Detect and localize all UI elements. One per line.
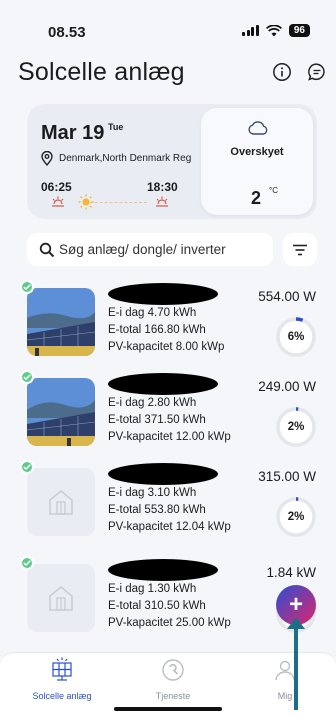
- redacted-device-name: [108, 559, 218, 581]
- capacity-percent: 2%: [287, 421, 305, 433]
- sunset-time: 18:30: [147, 180, 178, 194]
- solar-panel-image: [27, 378, 95, 446]
- chat-icon[interactable]: [307, 62, 327, 82]
- status-time: 08.53: [48, 24, 86, 41]
- temperature-unit: °C: [269, 186, 278, 195]
- energy-today: E-i dag 3.10 kWh: [108, 487, 197, 499]
- sunrise-icon: [52, 196, 64, 207]
- energy-total: E-total 553.80 kWh: [108, 504, 206, 516]
- pv-capacity: PV-kapacitet 8.00 kWp: [108, 341, 225, 353]
- status-check-icon: [20, 370, 34, 384]
- status-icons: 96: [242, 24, 310, 37]
- sun-icon: [78, 194, 94, 210]
- pv-capacity: PV-kapacitet 12.00 kWp: [108, 431, 231, 443]
- weather-location: Denmark,North Denmark Reg: [41, 151, 191, 166]
- house-icon: [49, 489, 73, 515]
- weather-date: Mar 19: [41, 122, 105, 144]
- capacity-percent: 6%: [287, 331, 305, 343]
- nav-label-solar: Solcelle anlæg: [32, 691, 92, 701]
- capacity-percent: 2%: [287, 511, 305, 523]
- pv-capacity: PV-kapacitet 12.04 kWp: [108, 521, 231, 533]
- annotation-arrow-head: [287, 617, 305, 629]
- solar-panel-icon: [52, 657, 72, 681]
- status-check-icon: [20, 460, 34, 474]
- service-icon: [162, 659, 184, 681]
- device-card[interactable]: E-i dag 2.80 kWh E-total 371.50 kWh PV-k…: [0, 370, 336, 456]
- current-power: 1.84 kW: [266, 565, 316, 580]
- nav-item-profile[interactable]: Mig: [240, 657, 330, 701]
- energy-today: E-i dag 1.30 kWh: [108, 583, 197, 595]
- info-icon[interactable]: [272, 62, 292, 82]
- search-placeholder: Søg anlæg/ dongle/ inverter: [59, 242, 226, 257]
- house-placeholder-image: [27, 564, 95, 632]
- weather-condition: Overskyet: [230, 146, 284, 158]
- filter-button[interactable]: [283, 233, 317, 266]
- nav-label-profile: Mig: [277, 691, 293, 701]
- house-icon: [49, 585, 73, 611]
- house-placeholder-image: [27, 468, 95, 536]
- weather-card: Mar 19 Tue Denmark,North Denmark Reg 06:…: [27, 104, 317, 219]
- weather-day: Tue: [108, 122, 124, 132]
- filter-icon: [293, 244, 307, 255]
- cloud-icon: [248, 121, 268, 135]
- weather-condition-panel: Overskyet 2 °C: [201, 108, 313, 215]
- redacted-device-name: [108, 283, 218, 305]
- nav-item-service[interactable]: Tjeneste: [128, 657, 218, 701]
- nav-label-service: Tjeneste: [155, 691, 191, 701]
- solar-panel-image: [27, 288, 95, 356]
- plus-icon: +: [288, 591, 303, 618]
- current-power: 249.00 W: [258, 379, 316, 394]
- nav-item-solar[interactable]: Solcelle anlæg: [17, 657, 107, 701]
- status-bar: 08.53 96: [0, 0, 336, 44]
- status-check-icon: [20, 556, 34, 570]
- sun-path-line: [85, 202, 147, 203]
- pv-capacity: PV-kapacitet 25.00 kWp: [108, 617, 231, 629]
- home-indicator: [114, 707, 222, 711]
- page-title: Solcelle anlæg: [18, 58, 185, 86]
- current-power: 554.00 W: [258, 289, 316, 304]
- sunset-icon: [156, 196, 168, 207]
- energy-total: E-total 166.80 kWh: [108, 324, 206, 336]
- location-text: Denmark,North Denmark Reg: [59, 153, 192, 164]
- current-power: 315.00 W: [258, 469, 316, 484]
- signal-icon: [242, 25, 259, 36]
- sunrise-time: 06:25: [41, 180, 72, 194]
- wifi-icon: [265, 24, 282, 36]
- temperature-value: 2: [251, 188, 262, 208]
- energy-today: E-i dag 4.70 kWh: [108, 307, 197, 319]
- energy-total: E-total 371.50 kWh: [108, 414, 206, 426]
- search-input[interactable]: Søg anlæg/ dongle/ inverter: [27, 233, 273, 266]
- device-card[interactable]: E-i dag 4.70 kWh E-total 166.80 kWh PV-k…: [0, 280, 336, 366]
- device-card[interactable]: E-i dag 3.10 kWh E-total 553.80 kWh PV-k…: [0, 460, 336, 546]
- redacted-device-name: [108, 463, 218, 485]
- annotation-arrow-line: [294, 622, 298, 710]
- energy-total: E-total 310.50 kWh: [108, 600, 206, 612]
- energy-today: E-i dag 2.80 kWh: [108, 397, 197, 409]
- location-pin-icon: [41, 151, 53, 166]
- battery-indicator: 96: [288, 24, 310, 37]
- search-icon: [39, 242, 55, 257]
- redacted-device-name: [108, 373, 218, 395]
- status-check-icon: [20, 280, 34, 294]
